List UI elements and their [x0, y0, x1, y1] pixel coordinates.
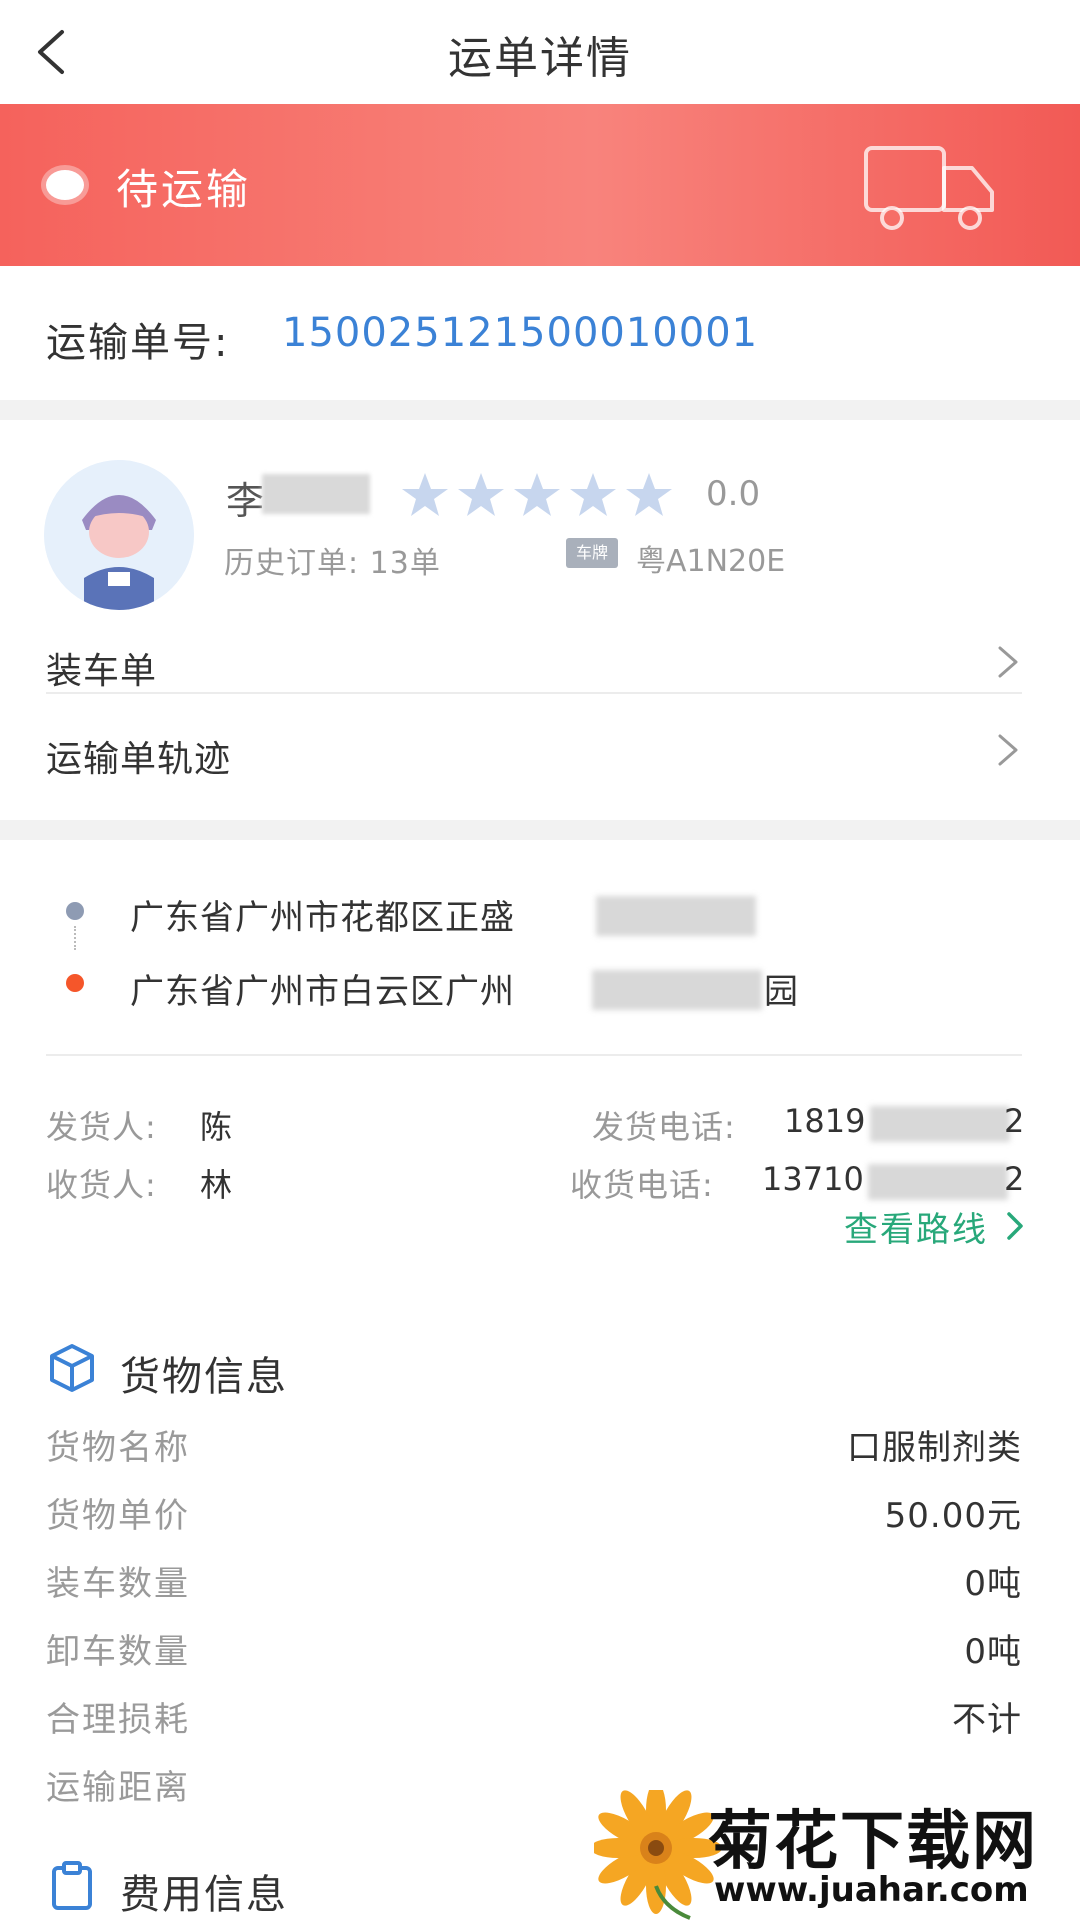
fee-section-header: 费用信息 [46, 1858, 446, 1918]
info-label: 合理损耗 [46, 1700, 190, 1740]
plate-tag-icon: 车牌 [566, 538, 618, 568]
menu-item-label: 运输单轨迹 [46, 739, 232, 780]
end-point-icon [66, 974, 84, 992]
from-address-redacted [596, 896, 756, 936]
shipper-phone-label: 发货电话: [592, 1108, 736, 1146]
info-label: 卸车数量 [46, 1632, 190, 1672]
info-label: 货物名称 [46, 1428, 190, 1468]
plate-number: 粤A1N20E [636, 544, 786, 579]
chevron-right-icon [998, 734, 1018, 766]
watermark-url: www.juahar.com [714, 1870, 1029, 1910]
menu-item-label: 装车单 [46, 651, 158, 692]
chevron-right-icon [998, 646, 1018, 678]
section-gap [0, 820, 1080, 840]
info-row: 合理损耗 不计 [46, 1684, 1022, 1744]
to-address-suffix: 园 [764, 972, 799, 1012]
fee-section-title: 费用信息 [120, 1872, 288, 1918]
watermark: 菊花下载网 www.juahar.com [594, 1790, 1080, 1920]
watermark-title: 菊花下载网 [708, 1805, 1038, 1879]
info-row: 货物单价 50.00元 [46, 1480, 1022, 1540]
info-value: 不计 [952, 1700, 1022, 1740]
info-label: 装车数量 [46, 1564, 190, 1604]
receiver-phone-redacted [868, 1164, 1008, 1200]
to-address: 广东省广州市白云区广州 [130, 972, 515, 1012]
view-route-link[interactable]: 查看路线 [844, 1202, 988, 1251]
info-label: 运输距离 [46, 1768, 190, 1808]
from-address: 广东省广州市花都区正盛 [130, 898, 515, 938]
star-icon [402, 473, 448, 516]
route-connector [74, 926, 76, 950]
shipper-phone[interactable]: 1819 [784, 1102, 865, 1140]
receiver-phone-tail: 2 [1004, 1160, 1025, 1198]
shipper-phone-tail: 2 [1004, 1102, 1025, 1140]
star-icon [570, 473, 616, 516]
info-value: 0吨 [964, 1632, 1022, 1672]
clipboard-icon [52, 1861, 92, 1910]
rating-score: 0.0 [706, 474, 761, 514]
start-point-icon [66, 902, 84, 920]
driver-name-redacted [262, 474, 370, 514]
receiver-phone[interactable]: 13710 [762, 1160, 864, 1198]
status-label: 待运输 [116, 165, 252, 214]
cargo-section-header: 货物信息 [46, 1340, 446, 1400]
shipper-phone-redacted [870, 1106, 1010, 1142]
waybill-number-row: 运输单号: 150025121500010001 [0, 266, 1080, 400]
chevron-right-icon[interactable] [1004, 1208, 1026, 1244]
shipper-name: 陈 [200, 1108, 233, 1146]
driver-name: 李 [226, 479, 265, 523]
waybill-number[interactable]: 150025121500010001 [282, 310, 758, 356]
star-icon [626, 473, 672, 516]
history-orders: 历史订单: 13单 [224, 546, 441, 581]
waybill-label: 运输单号: [46, 320, 230, 366]
receiver-label: 收货人: [46, 1166, 157, 1204]
truck-icon [864, 146, 994, 230]
plate-tag-label: 车牌 [575, 543, 608, 562]
menu-item-waybill-track[interactable]: 运输单轨迹 [46, 694, 1022, 808]
divider [46, 1054, 1022, 1056]
status-dot-icon [46, 170, 84, 200]
to-address-redacted [592, 970, 762, 1010]
page-title: 运单详情 [448, 33, 632, 84]
info-label: 货物单价 [46, 1496, 190, 1536]
shipper-label: 发货人: [46, 1108, 157, 1146]
info-row: 卸车数量 0吨 [46, 1616, 1022, 1676]
star-icon [514, 473, 560, 516]
avatar [44, 460, 194, 610]
box-icon [50, 1344, 94, 1392]
section-gap [0, 400, 1080, 420]
top-bar: 运单详情 [0, 0, 1080, 104]
info-value: 0吨 [964, 1564, 1022, 1604]
receiver-name: 林 [200, 1166, 233, 1204]
cargo-section-title: 货物信息 [120, 1354, 288, 1400]
info-value: 50.00元 [884, 1496, 1022, 1536]
star-icon [458, 473, 504, 516]
info-row: 货物名称 口服制剂类 [46, 1412, 1022, 1472]
receiver-phone-label: 收货电话: [570, 1166, 714, 1204]
status-banner: 待运输 [0, 104, 1080, 266]
driver-card: 李 0.0 历史订单: 13单 车牌 粤A1N20E 装车单 运输单轨迹 [0, 420, 1080, 820]
info-value: 口服制剂类 [847, 1428, 1022, 1468]
info-row: 装车数量 0吨 [46, 1548, 1022, 1608]
route-card: 广东省广州市花都区正盛 广东省广州市白云区广州 园 发货人: 陈 发货电话: 1… [0, 840, 1080, 1920]
driver-avatar-icon [44, 460, 194, 610]
rating-stars [400, 470, 674, 520]
